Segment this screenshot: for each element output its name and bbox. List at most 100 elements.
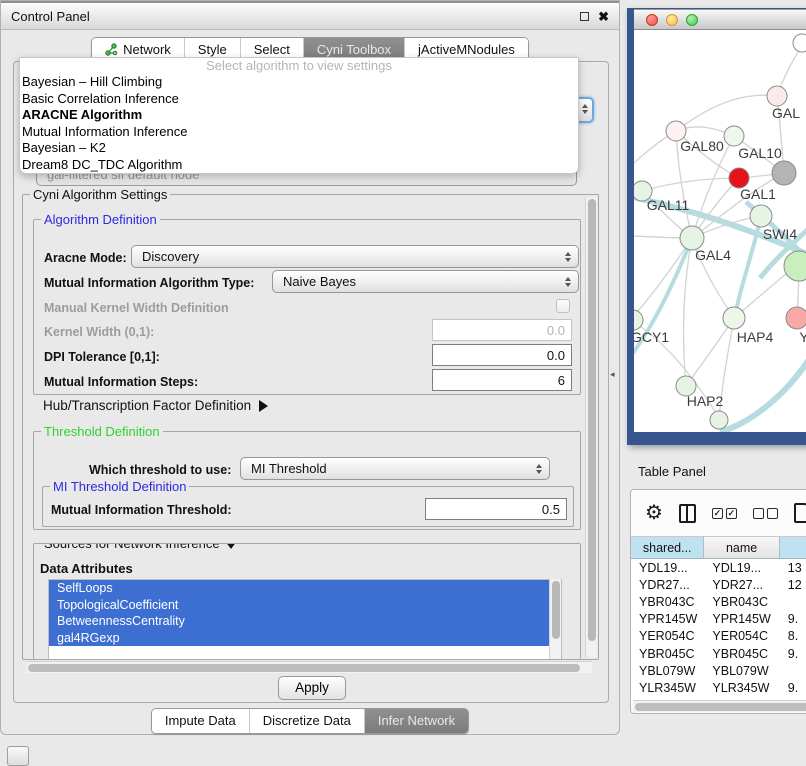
algorithm-list-item[interactable]: Bayesian – Hill Climbing xyxy=(20,74,578,91)
network-node[interactable] xyxy=(724,126,744,146)
splitter-handle[interactable]: ◂ xyxy=(610,369,615,380)
network-node[interactable] xyxy=(772,161,796,185)
network-node[interactable] xyxy=(729,168,749,188)
network-node[interactable] xyxy=(784,251,806,281)
cyni-algorithm-settings-group: Cyni Algorithm Settings Algorithm Defini… xyxy=(22,194,599,660)
mi-type-label: Mutual Information Algorithm Type: xyxy=(44,276,254,290)
tab-infer-network[interactable]: Infer Network xyxy=(364,709,468,733)
select-all-columns-icon[interactable]: ✓✓ xyxy=(712,508,737,519)
network-edge[interactable] xyxy=(642,178,739,191)
table-cell: YPR145W xyxy=(631,612,704,626)
tab-impute-data[interactable]: Impute Data xyxy=(152,709,249,733)
network-node[interactable] xyxy=(723,307,745,329)
gear-icon[interactable]: ⚙ xyxy=(645,503,663,523)
table-cell: YPR145W xyxy=(704,612,779,626)
table-cell: YBR043C xyxy=(631,595,704,609)
table-row[interactable]: YER054CYER054C8. xyxy=(631,628,806,645)
network-node[interactable] xyxy=(710,411,728,429)
which-threshold-combobox[interactable]: MI Threshold xyxy=(240,457,550,480)
manual-kernel-checkbox[interactable] xyxy=(556,299,570,313)
table-cell: YBR045C xyxy=(631,647,704,661)
data-attribute-item[interactable]: TopologicalCoefficient xyxy=(49,597,561,614)
data-attribute-item[interactable]: SelfLoops xyxy=(49,580,561,597)
mi-threshold-label: Mutual Information Threshold: xyxy=(51,503,232,517)
deselect-all-columns-icon[interactable] xyxy=(753,508,778,519)
network-canvas[interactable]: GALGAL80GAL10GAL1GAL11SWI4GAL4GCY1HAP4YH… xyxy=(634,30,806,432)
algorithm-list-item[interactable]: Dream8 DC_TDC Algorithm xyxy=(20,157,578,174)
hub-definition-toggle[interactable]: Hub/Transcription Factor Definition xyxy=(43,398,268,413)
group-title: Threshold Definition xyxy=(41,424,163,439)
mi-threshold-field[interactable]: 0.5 xyxy=(425,498,567,520)
network-node[interactable] xyxy=(767,86,787,106)
table-cell: YDL19... xyxy=(704,561,779,575)
panel-title: Control Panel xyxy=(11,9,90,24)
network-node[interactable] xyxy=(750,205,772,227)
which-threshold-label: Which threshold to use: xyxy=(89,463,231,477)
threshold-definition-group: Threshold Definition Which threshold to … xyxy=(33,431,581,530)
mi-type-combobox[interactable]: Naive Bayes xyxy=(272,270,579,293)
manual-kernel-label: Manual Kernel Width Definition xyxy=(44,301,229,315)
table-cell: YLR345W xyxy=(631,681,704,695)
dpi-tolerance-field[interactable]: 0.0 xyxy=(432,344,572,366)
algorithm-list-item[interactable]: Basic Correlation Inference xyxy=(20,91,578,108)
network-node[interactable] xyxy=(793,34,806,52)
table-cell: YBR045C xyxy=(704,647,779,661)
kernel-width-field[interactable]: 0.0 xyxy=(432,319,572,341)
mi-steps-field[interactable]: 6 xyxy=(432,369,572,391)
close-traffic-light-icon[interactable] xyxy=(646,14,658,26)
node-label: GAL11 xyxy=(647,197,690,213)
table-cell: 8. xyxy=(780,629,806,643)
zoom-traffic-light-icon[interactable] xyxy=(686,14,698,26)
column-header[interactable]: shared... xyxy=(631,536,704,559)
table-cell: 12 xyxy=(780,578,806,592)
settings-horizontal-scrollbar[interactable] xyxy=(26,661,592,673)
algorithm-definition-group: Algorithm Definition Aracne Mode: Discov… xyxy=(33,219,581,395)
attributes-scrollbar[interactable] xyxy=(549,579,561,659)
mi-steps-label: Mutual Information Steps: xyxy=(44,375,198,389)
network-window-titlebar[interactable] xyxy=(634,9,806,30)
close-icon[interactable]: ✖ xyxy=(598,10,609,23)
data-attribute-item[interactable]: BetweennessCentrality xyxy=(49,613,561,630)
table-row[interactable]: YDL19...YDL19...13 xyxy=(631,559,806,576)
minimize-traffic-light-icon[interactable] xyxy=(666,14,678,26)
bottom-tabs: Impute Data Discretize Data Infer Networ… xyxy=(1,708,619,734)
control-panel-titlebar: Control Panel ✖ xyxy=(1,1,619,30)
float-window-icon[interactable] xyxy=(580,12,589,21)
apply-button[interactable]: Apply xyxy=(278,676,346,700)
aracne-mode-combobox[interactable]: Discovery xyxy=(131,245,579,268)
table-cell: 9. xyxy=(780,612,806,626)
settings-vertical-scrollbar[interactable] xyxy=(585,197,597,657)
table-row[interactable]: YPR145WYPR145W9. xyxy=(631,611,806,628)
new-table-icon[interactable] xyxy=(794,503,806,523)
sources-toggle[interactable]: Sources for Network Inference xyxy=(41,543,240,551)
algorithm-list-item[interactable]: Mutual Information Inference xyxy=(20,124,578,141)
table-row[interactable]: YBR045CYBR045C9. xyxy=(631,645,806,662)
table-horizontal-scrollbar[interactable] xyxy=(633,700,806,712)
control-panel: Control Panel ✖ Network Styl xyxy=(0,0,620,735)
table-row[interactable]: YBL079WYBL079W xyxy=(631,662,806,679)
table-row[interactable]: YLR345WYLR345W9. xyxy=(631,679,806,696)
data-attributes-list[interactable]: SelfLoopsTopologicalCoefficientBetweenne… xyxy=(48,579,562,659)
table-cell: 9. xyxy=(780,647,806,661)
node-label: GCY1 xyxy=(634,329,669,345)
column-layout-icon[interactable] xyxy=(679,504,696,523)
network-edge[interactable] xyxy=(720,348,806,432)
network-edge[interactable] xyxy=(676,95,777,131)
data-attributes-label: Data Attributes xyxy=(40,561,133,576)
table-row[interactable]: YDR27...YDR27...12 xyxy=(631,576,806,593)
table-cell: YLR345W xyxy=(704,681,779,695)
column-header[interactable]: name xyxy=(704,536,779,559)
network-node[interactable] xyxy=(786,307,806,329)
node-label: GAL10 xyxy=(738,145,782,161)
network-edge[interactable] xyxy=(634,238,692,320)
algorithm-list-item[interactable]: Bayesian – K2 xyxy=(20,140,578,157)
algorithm-list-item[interactable]: ARACNE Algorithm xyxy=(20,107,578,124)
node-label: HAP2 xyxy=(687,393,724,409)
network-edge[interactable] xyxy=(686,318,734,386)
node-label: HAP4 xyxy=(737,329,774,345)
column-header[interactable] xyxy=(780,536,806,559)
tab-discretize-data[interactable]: Discretize Data xyxy=(249,709,364,733)
data-attribute-item[interactable]: gal4RGexp xyxy=(49,630,561,647)
table-row[interactable]: YBR043CYBR043C xyxy=(631,593,806,610)
panel-toggle-button[interactable] xyxy=(7,746,29,766)
